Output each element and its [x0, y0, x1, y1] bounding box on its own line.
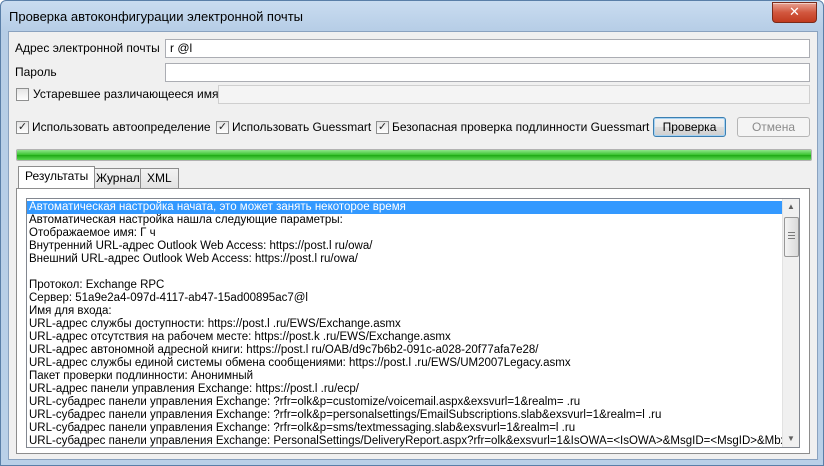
result-line[interactable]: URL-адрес службы единой системы обмена с…	[27, 357, 784, 370]
tab-log[interactable]: Журнал	[89, 168, 147, 188]
dialog-body: Адрес электронной почты r @l Пароль Уста…	[8, 31, 818, 460]
test-button[interactable]: Проверка	[653, 117, 726, 137]
result-line[interactable]: Внешний URL-адрес Outlook Web Access: ht…	[27, 253, 784, 266]
result-line[interactable]: Протокол: Exchange RPC	[27, 279, 784, 292]
secure-guessmart-checkbox[interactable]: ✓	[376, 121, 389, 134]
tab-xml[interactable]: XML	[140, 168, 179, 188]
results-list[interactable]: Автоматическая настройка начата, это мож…	[26, 198, 800, 448]
legacy-dn-field	[218, 85, 810, 104]
result-line[interactable]: URL-адрес службы доступности: https://po…	[27, 318, 784, 331]
email-field[interactable]: r @l	[165, 39, 810, 58]
result-line[interactable]: URL-субадрес панели управления Exchange:…	[27, 409, 784, 422]
legacy-dn-checkbox[interactable]	[16, 88, 29, 101]
result-line[interactable]: Имя для входа:	[27, 305, 784, 318]
result-line[interactable]: URL-субадрес панели управления Exchange:…	[27, 435, 784, 447]
guessmart-label: Использовать Guessmart	[232, 120, 372, 134]
tab-results[interactable]: Результаты	[18, 166, 96, 188]
results-lines: Автоматическая настройка начата, это мож…	[27, 201, 784, 447]
title-bar[interactable]: Проверка автоконфигурации электронной по…	[1, 1, 823, 31]
result-line[interactable]: URL-адрес автономной адресной книги: htt…	[27, 344, 784, 357]
autodiscover-label: Использовать автоопределение	[32, 120, 211, 134]
result-line[interactable]: URL-субадрес панели управления Exchange:…	[27, 422, 784, 435]
scroll-thumb[interactable]	[784, 217, 799, 257]
secure-guessmart-label: Безопасная проверка подлинности Guessmar…	[392, 120, 650, 134]
guessmart-checkbox[interactable]: ✓	[216, 121, 229, 134]
result-line[interactable]: Пакет проверки подлинности: Анонимный	[27, 370, 784, 383]
legacy-dn-label: Устаревшее различающееся имя	[33, 87, 219, 101]
grip-icon	[788, 232, 795, 241]
window-title: Проверка автоконфигурации электронной по…	[9, 9, 303, 24]
results-panel: Автоматическая настройка начата, это мож…	[16, 188, 810, 454]
scroll-up-icon[interactable]: ▲	[783, 199, 799, 215]
progress-fill	[17, 150, 811, 160]
vertical-scrollbar[interactable]: ▲ ▼	[782, 199, 799, 447]
autoconfig-dialog: Проверка автоконфигурации электронной по…	[0, 0, 824, 466]
email-label: Адрес электронной почты	[15, 41, 160, 55]
result-line[interactable]: Внутренний URL-адрес Outlook Web Access:…	[27, 240, 784, 253]
result-line[interactable]: Автоматическая настройка нашла следующие…	[27, 214, 784, 227]
result-line[interactable]	[27, 266, 784, 279]
progress-bar	[16, 149, 812, 161]
password-label: Пароль	[15, 65, 57, 79]
cancel-button: Отмена	[737, 117, 810, 137]
result-line[interactable]: Сервер: 51a9e2a4-097d-4117-ab47-15ad0089…	[27, 292, 784, 305]
autodiscover-checkbox[interactable]: ✓	[16, 121, 29, 134]
result-line[interactable]: Отображаемое имя: Г ч	[27, 227, 784, 240]
result-line[interactable]: Автоматическая настройка начата, это мож…	[27, 201, 784, 214]
result-line[interactable]: URL-адрес панели управления Exchange: ht…	[27, 383, 784, 396]
close-button[interactable]: ✕	[772, 2, 817, 23]
result-line[interactable]: URL-адрес отсутствия на рабочем месте: h…	[27, 331, 784, 344]
scroll-down-icon[interactable]: ▼	[783, 431, 799, 447]
result-line[interactable]: URL-субадрес панели управления Exchange:…	[27, 396, 784, 409]
password-field[interactable]	[165, 63, 810, 82]
